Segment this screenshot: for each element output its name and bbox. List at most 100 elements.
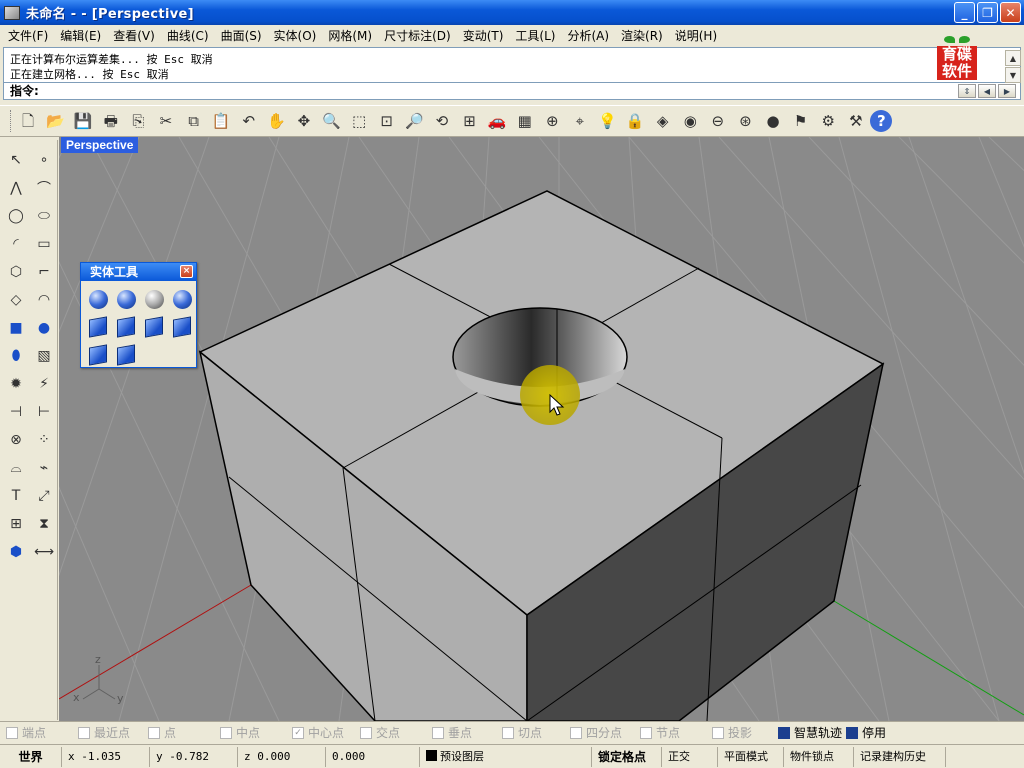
copy-icon[interactable]: ⧉ (181, 108, 207, 134)
solid-tools-close-button[interactable]: × (180, 265, 193, 278)
settings-gear-icon[interactable]: ⚙ (815, 108, 841, 134)
boolean-union-icon[interactable]: ⊗ (2, 426, 30, 454)
osnap-checkbox[interactable] (640, 726, 652, 739)
snap-icon[interactable]: ⌖ (567, 108, 593, 134)
viewport-title-tab[interactable]: Perspective (61, 137, 139, 153)
layer-status[interactable]: 预设图层 (420, 746, 592, 767)
point-icon[interactable]: ∘ (30, 146, 58, 174)
menu-item[interactable]: 曲线(C) (161, 26, 215, 46)
ellipse-icon[interactable]: ⬭ (30, 202, 58, 230)
menu-item[interactable]: 网格(M) (322, 26, 378, 46)
solid-shell-icon[interactable] (84, 341, 112, 369)
arrow-left-icon[interactable]: ◀ (978, 84, 996, 98)
command-history[interactable]: 正在计算布尔运算差集... 按 Esc 取消 正在建立网格... 按 Esc 取… (3, 47, 1021, 83)
osnap-checkbox[interactable] (220, 726, 232, 739)
layer-icon[interactable]: ◈ (650, 108, 676, 134)
osnap-toggle[interactable]: 物件锁点 (784, 746, 854, 767)
solid-tools-titlebar[interactable]: 实体工具 × (81, 263, 196, 281)
dimension-icon[interactable]: ⟷ (30, 538, 58, 566)
rectangle-icon[interactable]: ▭ (30, 230, 58, 258)
cap-holes-icon[interactable] (112, 313, 140, 341)
menu-item[interactable]: 曲面(S) (215, 26, 268, 46)
snap-toggle[interactable]: 锁定格点 (592, 746, 662, 767)
viewport-canvas[interactable]: z y x (59, 137, 1024, 721)
solid-edge-icon[interactable] (112, 341, 140, 369)
zoom-dynamic-icon[interactable]: 🔍 (319, 108, 345, 134)
array-icon[interactable]: ⊞ (2, 510, 30, 538)
color-wheel-icon[interactable]: ◉ (677, 108, 703, 134)
osnap-option[interactable]: 垂点 (432, 724, 500, 741)
pan-hand-icon[interactable]: ✋ (263, 108, 289, 134)
point-cloud-icon[interactable]: ⁘ (30, 426, 58, 454)
osnap-checkbox[interactable] (846, 726, 858, 739)
osnap-option[interactable]: 交点 (360, 724, 430, 741)
mirror-icon[interactable]: ⧗ (30, 510, 58, 538)
light-bulb-icon[interactable]: 💡 (594, 108, 620, 134)
polygon-icon[interactable]: ⬡ (2, 258, 30, 286)
command-input[interactable] (46, 84, 926, 98)
flame-icon[interactable]: ⚡ (30, 370, 58, 398)
menu-item[interactable]: 工具(L) (509, 26, 561, 46)
osnap-checkbox[interactable]: ✓ (292, 726, 304, 739)
osnap-option[interactable]: ✓ 中心点 (292, 724, 358, 741)
polyline-icon[interactable]: ⋀ (2, 174, 30, 202)
arrow-right-icon[interactable]: ▶ (998, 84, 1016, 98)
menu-item[interactable]: 文件(F) (2, 26, 54, 46)
car-icon[interactable]: 🚗 (484, 108, 510, 134)
explode-gear-icon[interactable]: ✹ (2, 370, 30, 398)
osnap-option[interactable]: 节点 (640, 724, 710, 741)
osnap-option[interactable]: 智慧轨迹 (778, 724, 844, 741)
menu-item[interactable]: 变动(T) (457, 26, 510, 46)
undo-icon[interactable]: ↶ (236, 108, 262, 134)
wireframe-sphere-icon[interactable]: ⊖ (705, 108, 731, 134)
toolbar-grip[interactable] (10, 110, 13, 132)
open-folder-icon[interactable]: 📂 (43, 108, 69, 134)
text-icon[interactable]: T (2, 482, 30, 510)
four-viewports-icon[interactable]: ⊞ (457, 108, 483, 134)
zoom-window-icon[interactable]: ⬚ (346, 108, 372, 134)
paste-icon[interactable]: 📋 (208, 108, 234, 134)
solid-edit-icon[interactable]: ⬢ (2, 538, 30, 566)
osnap-checkbox[interactable] (502, 726, 514, 739)
print-icon[interactable]: 🖶 (98, 108, 124, 134)
osnap-checkbox[interactable] (148, 726, 160, 739)
planar-toggle[interactable]: 平面模式 (718, 746, 784, 767)
menu-item[interactable]: 分析(A) (561, 26, 615, 46)
osnap-option[interactable]: 切点 (502, 724, 568, 741)
rotate-view-icon[interactable]: ✥ (291, 108, 317, 134)
title-bar[interactable]: 未命名 - - [Perspective] _ ❐ ✕ (0, 0, 1024, 25)
select-arrow-icon[interactable]: ↖ (2, 146, 30, 174)
save-icon[interactable]: 💾 (70, 108, 96, 134)
menu-item[interactable]: 渲染(R) (615, 26, 669, 46)
osnap-option[interactable]: 端点 (6, 724, 76, 741)
osnap-option[interactable]: 最近点 (78, 724, 146, 741)
arc-icon[interactable]: ◜ (2, 230, 30, 258)
curve-points-icon[interactable]: ⌒ (30, 174, 58, 202)
menu-item[interactable]: 编辑(E) (54, 26, 107, 46)
circle-icon[interactable]: ◯ (2, 202, 30, 230)
osnap-checkbox[interactable] (6, 726, 18, 739)
menu-item[interactable]: 实体(O) (268, 26, 323, 46)
app-icon[interactable] (4, 5, 20, 20)
osnap-checkbox[interactable] (360, 726, 372, 739)
ortho-toggle[interactable]: 正交 (662, 746, 718, 767)
mesh-surface-icon[interactable]: ▧ (30, 342, 58, 370)
fillet-curve-icon[interactable]: ⌐ (30, 258, 58, 286)
flag-icon[interactable]: ⚑ (788, 108, 814, 134)
updown-icon[interactable]: ⇕ (958, 84, 976, 98)
trim-icon[interactable]: ⊢ (30, 398, 58, 426)
extract-surface-icon[interactable] (84, 313, 112, 341)
options-icon[interactable]: ⚒ (843, 108, 869, 134)
zoom-extents-icon[interactable]: ⊡ (374, 108, 400, 134)
transform-scale-icon[interactable]: ⤢ (30, 482, 58, 510)
shaded-sphere-icon[interactable]: ⊛ (732, 108, 758, 134)
solid-tools-panel[interactable]: 实体工具 × (80, 262, 197, 368)
osnap-option[interactable]: 点 (148, 724, 218, 741)
box-solid-icon[interactable]: ■ (2, 314, 30, 342)
scroll-up-icon[interactable]: ▲ (1005, 50, 1021, 66)
record-history-toggle[interactable]: 记录建构历史 (854, 746, 946, 767)
help-icon[interactable]: ? (870, 110, 893, 132)
grid-plane-icon[interactable]: ▦ (512, 108, 538, 134)
sphere-solid-icon[interactable]: ● (30, 314, 58, 342)
osnap-checkbox[interactable] (570, 726, 582, 739)
